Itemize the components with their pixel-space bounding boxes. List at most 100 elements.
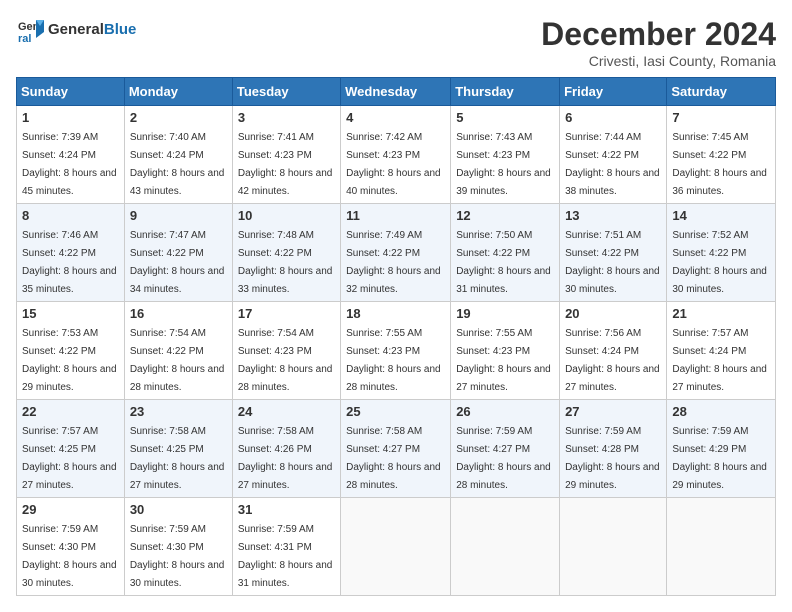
calendar-cell: 9 Sunrise: 7:47 AMSunset: 4:22 PMDayligh… [124,204,232,302]
calendar-header-row: SundayMondayTuesdayWednesdayThursdayFrid… [17,78,776,106]
calendar-cell: 3 Sunrise: 7:41 AMSunset: 4:23 PMDayligh… [232,106,340,204]
calendar-cell: 23 Sunrise: 7:58 AMSunset: 4:25 PMDaylig… [124,400,232,498]
day-number: 18 [346,306,445,321]
day-info: Sunrise: 7:51 AMSunset: 4:22 PMDaylight:… [565,230,660,295]
day-info: Sunrise: 7:52 AMSunset: 4:22 PMDaylight:… [672,230,767,295]
day-header-monday: Monday [124,78,232,106]
day-number: 3 [238,110,335,125]
calendar-cell: 2 Sunrise: 7:40 AMSunset: 4:24 PMDayligh… [124,106,232,204]
day-number: 30 [130,502,227,517]
day-header-friday: Friday [560,78,667,106]
day-info: Sunrise: 7:49 AMSunset: 4:22 PMDaylight:… [346,230,441,295]
day-number: 15 [22,306,119,321]
day-info: Sunrise: 7:54 AMSunset: 4:22 PMDaylight:… [130,328,225,393]
calendar-cell: 21 Sunrise: 7:57 AMSunset: 4:24 PMDaylig… [667,302,776,400]
day-info: Sunrise: 7:58 AMSunset: 4:25 PMDaylight:… [130,426,225,491]
title-block: December 2024 Crivesti, Iasi County, Rom… [541,16,776,69]
day-info: Sunrise: 7:59 AMSunset: 4:30 PMDaylight:… [22,524,117,589]
day-info: Sunrise: 7:45 AMSunset: 4:22 PMDaylight:… [672,132,767,197]
calendar-cell: 10 Sunrise: 7:48 AMSunset: 4:22 PMDaylig… [232,204,340,302]
day-header-thursday: Thursday [451,78,560,106]
location: Crivesti, Iasi County, Romania [541,53,776,69]
calendar-cell: 15 Sunrise: 7:53 AMSunset: 4:22 PMDaylig… [17,302,125,400]
day-info: Sunrise: 7:55 AMSunset: 4:23 PMDaylight:… [456,328,551,393]
day-info: Sunrise: 7:53 AMSunset: 4:22 PMDaylight:… [22,328,117,393]
logo: Gene ral GeneralBlue [16,16,136,44]
day-info: Sunrise: 7:42 AMSunset: 4:23 PMDaylight:… [346,132,441,197]
day-header-wednesday: Wednesday [341,78,451,106]
day-number: 20 [565,306,661,321]
logo-text-block: GeneralBlue [48,22,136,39]
calendar-body: 1 Sunrise: 7:39 AMSunset: 4:24 PMDayligh… [17,106,776,596]
day-info: Sunrise: 7:57 AMSunset: 4:24 PMDaylight:… [672,328,767,393]
day-info: Sunrise: 7:57 AMSunset: 4:25 PMDaylight:… [22,426,117,491]
calendar-cell: 17 Sunrise: 7:54 AMSunset: 4:23 PMDaylig… [232,302,340,400]
calendar-cell: 8 Sunrise: 7:46 AMSunset: 4:22 PMDayligh… [17,204,125,302]
day-number: 2 [130,110,227,125]
day-info: Sunrise: 7:59 AMSunset: 4:28 PMDaylight:… [565,426,660,491]
day-info: Sunrise: 7:55 AMSunset: 4:23 PMDaylight:… [346,328,441,393]
day-info: Sunrise: 7:50 AMSunset: 4:22 PMDaylight:… [456,230,551,295]
day-number: 13 [565,208,661,223]
day-info: Sunrise: 7:59 AMSunset: 4:29 PMDaylight:… [672,426,767,491]
calendar-cell: 12 Sunrise: 7:50 AMSunset: 4:22 PMDaylig… [451,204,560,302]
day-info: Sunrise: 7:40 AMSunset: 4:24 PMDaylight:… [130,132,225,197]
calendar-cell: 6 Sunrise: 7:44 AMSunset: 4:22 PMDayligh… [560,106,667,204]
calendar-week-row: 1 Sunrise: 7:39 AMSunset: 4:24 PMDayligh… [17,106,776,204]
logo-icon: Gene ral [16,16,44,44]
calendar-cell: 30 Sunrise: 7:59 AMSunset: 4:30 PMDaylig… [124,498,232,596]
day-number: 21 [672,306,770,321]
calendar-cell: 14 Sunrise: 7:52 AMSunset: 4:22 PMDaylig… [667,204,776,302]
day-info: Sunrise: 7:58 AMSunset: 4:27 PMDaylight:… [346,426,441,491]
day-number: 1 [22,110,119,125]
day-number: 31 [238,502,335,517]
calendar-cell: 18 Sunrise: 7:55 AMSunset: 4:23 PMDaylig… [341,302,451,400]
calendar-week-row: 29 Sunrise: 7:59 AMSunset: 4:30 PMDaylig… [17,498,776,596]
day-number: 14 [672,208,770,223]
day-number: 28 [672,404,770,419]
calendar-cell: 5 Sunrise: 7:43 AMSunset: 4:23 PMDayligh… [451,106,560,204]
day-info: Sunrise: 7:44 AMSunset: 4:22 PMDaylight:… [565,132,660,197]
day-number: 8 [22,208,119,223]
logo-general: GeneralBlue [48,22,136,39]
day-info: Sunrise: 7:39 AMSunset: 4:24 PMDaylight:… [22,132,117,197]
calendar-table: SundayMondayTuesdayWednesdayThursdayFrid… [16,77,776,596]
day-number: 11 [346,208,445,223]
calendar-cell: 26 Sunrise: 7:59 AMSunset: 4:27 PMDaylig… [451,400,560,498]
calendar-cell: 19 Sunrise: 7:55 AMSunset: 4:23 PMDaylig… [451,302,560,400]
calendar-cell: 24 Sunrise: 7:58 AMSunset: 4:26 PMDaylig… [232,400,340,498]
day-number: 6 [565,110,661,125]
day-number: 25 [346,404,445,419]
calendar-cell [451,498,560,596]
day-number: 26 [456,404,554,419]
day-info: Sunrise: 7:46 AMSunset: 4:22 PMDaylight:… [22,230,117,295]
day-info: Sunrise: 7:54 AMSunset: 4:23 PMDaylight:… [238,328,333,393]
day-number: 17 [238,306,335,321]
day-info: Sunrise: 7:48 AMSunset: 4:22 PMDaylight:… [238,230,333,295]
month-title: December 2024 [541,16,776,53]
day-number: 19 [456,306,554,321]
calendar-cell: 29 Sunrise: 7:59 AMSunset: 4:30 PMDaylig… [17,498,125,596]
day-info: Sunrise: 7:43 AMSunset: 4:23 PMDaylight:… [456,132,551,197]
day-header-tuesday: Tuesday [232,78,340,106]
day-info: Sunrise: 7:59 AMSunset: 4:31 PMDaylight:… [238,524,333,589]
day-number: 27 [565,404,661,419]
calendar-cell: 31 Sunrise: 7:59 AMSunset: 4:31 PMDaylig… [232,498,340,596]
calendar-week-row: 22 Sunrise: 7:57 AMSunset: 4:25 PMDaylig… [17,400,776,498]
day-number: 9 [130,208,227,223]
calendar-cell: 1 Sunrise: 7:39 AMSunset: 4:24 PMDayligh… [17,106,125,204]
day-header-sunday: Sunday [17,78,125,106]
calendar-cell: 27 Sunrise: 7:59 AMSunset: 4:28 PMDaylig… [560,400,667,498]
day-info: Sunrise: 7:59 AMSunset: 4:27 PMDaylight:… [456,426,551,491]
day-number: 10 [238,208,335,223]
day-header-saturday: Saturday [667,78,776,106]
day-info: Sunrise: 7:58 AMSunset: 4:26 PMDaylight:… [238,426,333,491]
day-number: 7 [672,110,770,125]
calendar-week-row: 15 Sunrise: 7:53 AMSunset: 4:22 PMDaylig… [17,302,776,400]
calendar-week-row: 8 Sunrise: 7:46 AMSunset: 4:22 PMDayligh… [17,204,776,302]
calendar-cell: 4 Sunrise: 7:42 AMSunset: 4:23 PMDayligh… [341,106,451,204]
day-info: Sunrise: 7:56 AMSunset: 4:24 PMDaylight:… [565,328,660,393]
page-header: Gene ral GeneralBlue December 2024 Crive… [16,16,776,69]
day-number: 29 [22,502,119,517]
calendar-cell [341,498,451,596]
